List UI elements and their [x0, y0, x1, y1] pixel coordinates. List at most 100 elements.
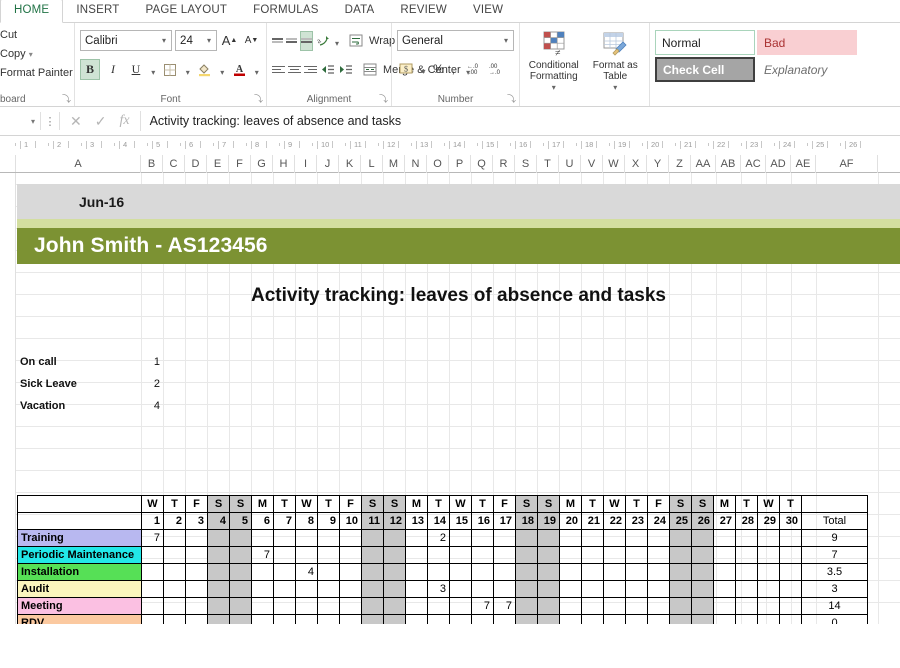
cell-installation-day15[interactable] [450, 564, 472, 581]
expand-handle[interactable]: ⋮ [41, 115, 59, 128]
cell-installation-day11[interactable] [362, 564, 384, 581]
chevron-down-icon[interactable]: ▾ [419, 58, 428, 79]
cell-meeting-day16[interactable]: 7 [472, 598, 494, 615]
number-dialog-launcher[interactable]: ⤵ [507, 92, 516, 105]
cell-installation-day10[interactable] [340, 564, 362, 581]
cell-periodic-maintenance-day11[interactable] [362, 547, 384, 564]
cell-meeting-day10[interactable] [340, 598, 362, 615]
cell-training-day24[interactable] [648, 530, 670, 547]
cell-installation-day4[interactable] [208, 564, 230, 581]
activity-label-meeting[interactable]: Meeting [18, 598, 142, 615]
bold-button[interactable]: B [80, 59, 100, 80]
cell-periodic-maintenance-day13[interactable] [406, 547, 428, 564]
cell-audit-day30[interactable] [780, 581, 802, 598]
activity-label-installation[interactable]: Installation [18, 564, 142, 581]
cell-periodic-maintenance-day24[interactable] [648, 547, 670, 564]
column-header-q[interactable]: Q [471, 155, 493, 173]
accounting-format-icon[interactable]: $ [397, 59, 417, 79]
cell-training-day12[interactable] [384, 530, 406, 547]
cell-training-day7[interactable] [274, 530, 296, 547]
cell-training-day2[interactable] [164, 530, 186, 547]
cell-training-day15[interactable] [450, 530, 472, 547]
cell-rdv-day14[interactable] [428, 615, 450, 625]
column-header-d[interactable]: D [185, 155, 207, 173]
column-header-ab[interactable]: AB [716, 155, 741, 173]
cell-rdv-day18[interactable] [516, 615, 538, 625]
cell-periodic-maintenance-day26[interactable] [692, 547, 714, 564]
cell-installation-day17[interactable] [494, 564, 516, 581]
cell-rdv-day13[interactable] [406, 615, 428, 625]
column-header-g[interactable]: G [251, 155, 273, 173]
cell-rdv-day19[interactable] [538, 615, 560, 625]
cell-periodic-maintenance-day1[interactable] [142, 547, 164, 564]
cell-installation-day29[interactable] [758, 564, 780, 581]
column-header-k[interactable]: K [339, 155, 361, 173]
align-left-icon[interactable] [272, 60, 285, 80]
cell-periodic-maintenance-day22[interactable] [604, 547, 626, 564]
cell-installation-day12[interactable] [384, 564, 406, 581]
insert-function-icon[interactable]: fx [119, 113, 129, 129]
cell-rdv-day5[interactable] [230, 615, 252, 625]
column-header-f[interactable]: F [229, 155, 251, 173]
tab-review[interactable]: REVIEW [387, 0, 460, 22]
cell-training-day9[interactable] [318, 530, 340, 547]
cell-rdv-day28[interactable] [736, 615, 758, 625]
font-dialog-launcher[interactable]: ⤵ [254, 92, 263, 105]
column-header-i[interactable]: I [295, 155, 317, 173]
clipboard-dialog-launcher[interactable]: ⤵ [62, 92, 71, 105]
cell-meeting-day21[interactable] [582, 598, 604, 615]
chevron-down-icon[interactable]: ▾ [335, 30, 339, 51]
cell-audit-day5[interactable] [230, 581, 252, 598]
cell-installation-day27[interactable] [714, 564, 736, 581]
cell-meeting-day29[interactable] [758, 598, 780, 615]
cell-training-day10[interactable] [340, 530, 362, 547]
font-size-combo[interactable]: 24 ▾ [175, 30, 217, 51]
cell-periodic-maintenance-day27[interactable] [714, 547, 736, 564]
percent-style-button[interactable]: % [430, 62, 447, 76]
cell-installation-day5[interactable] [230, 564, 252, 581]
cell-periodic-maintenance-day23[interactable] [626, 547, 648, 564]
cell-training-day6[interactable] [252, 530, 274, 547]
cell-training-day22[interactable] [604, 530, 626, 547]
name-box[interactable]: ▾ [0, 111, 40, 131]
cell-periodic-maintenance-day29[interactable] [758, 547, 780, 564]
cell-rdv-day23[interactable] [626, 615, 648, 625]
cell-audit-day1[interactable] [142, 581, 164, 598]
cell-periodic-maintenance-day14[interactable] [428, 547, 450, 564]
align-middle-icon[interactable] [286, 31, 297, 51]
cell-rdv-day25[interactable] [670, 615, 692, 625]
column-header-v[interactable]: V [581, 155, 603, 173]
cell-training-day14[interactable]: 2 [428, 530, 450, 547]
column-header-r[interactable]: R [493, 155, 515, 173]
column-header-j[interactable]: J [317, 155, 339, 173]
cell-training-day28[interactable] [736, 530, 758, 547]
column-header-aa[interactable]: AA [691, 155, 716, 173]
cell-rdv-day12[interactable] [384, 615, 406, 625]
cell-audit-day23[interactable] [626, 581, 648, 598]
activity-label-audit[interactable]: Audit [18, 581, 142, 598]
cell-installation-day28[interactable] [736, 564, 758, 581]
cell-installation-day16[interactable] [472, 564, 494, 581]
tab-home[interactable]: HOME [0, 0, 63, 23]
cell-meeting-day17[interactable]: 7 [494, 598, 516, 615]
cell-style-normal[interactable]: Normal [655, 30, 755, 55]
cell-training-day21[interactable] [582, 530, 604, 547]
cell-rdv-day11[interactable] [362, 615, 384, 625]
column-header-ac[interactable]: AC [741, 155, 766, 173]
cell-rdv-day15[interactable] [450, 615, 472, 625]
cell-periodic-maintenance-day10[interactable] [340, 547, 362, 564]
chevron-down-icon[interactable]: ▾ [183, 59, 192, 80]
column-header-u[interactable]: U [559, 155, 581, 173]
number-format-combo[interactable]: General ▾ [397, 30, 514, 51]
decrease-font-size-button[interactable]: A▼ [242, 30, 261, 51]
cell-audit-day13[interactable] [406, 581, 428, 598]
cell-training-day4[interactable] [208, 530, 230, 547]
cell-installation-day1[interactable] [142, 564, 164, 581]
decrease-indent-icon[interactable] [320, 60, 335, 80]
cancel-icon[interactable]: ✕ [70, 113, 82, 130]
italic-button[interactable]: I [103, 59, 123, 80]
conditional-formatting-button[interactable]: ≠ Conditional Formatting ▾ [525, 31, 583, 106]
cell-rdv-day20[interactable] [560, 615, 582, 625]
cell-training-day16[interactable] [472, 530, 494, 547]
cell-audit-day19[interactable] [538, 581, 560, 598]
